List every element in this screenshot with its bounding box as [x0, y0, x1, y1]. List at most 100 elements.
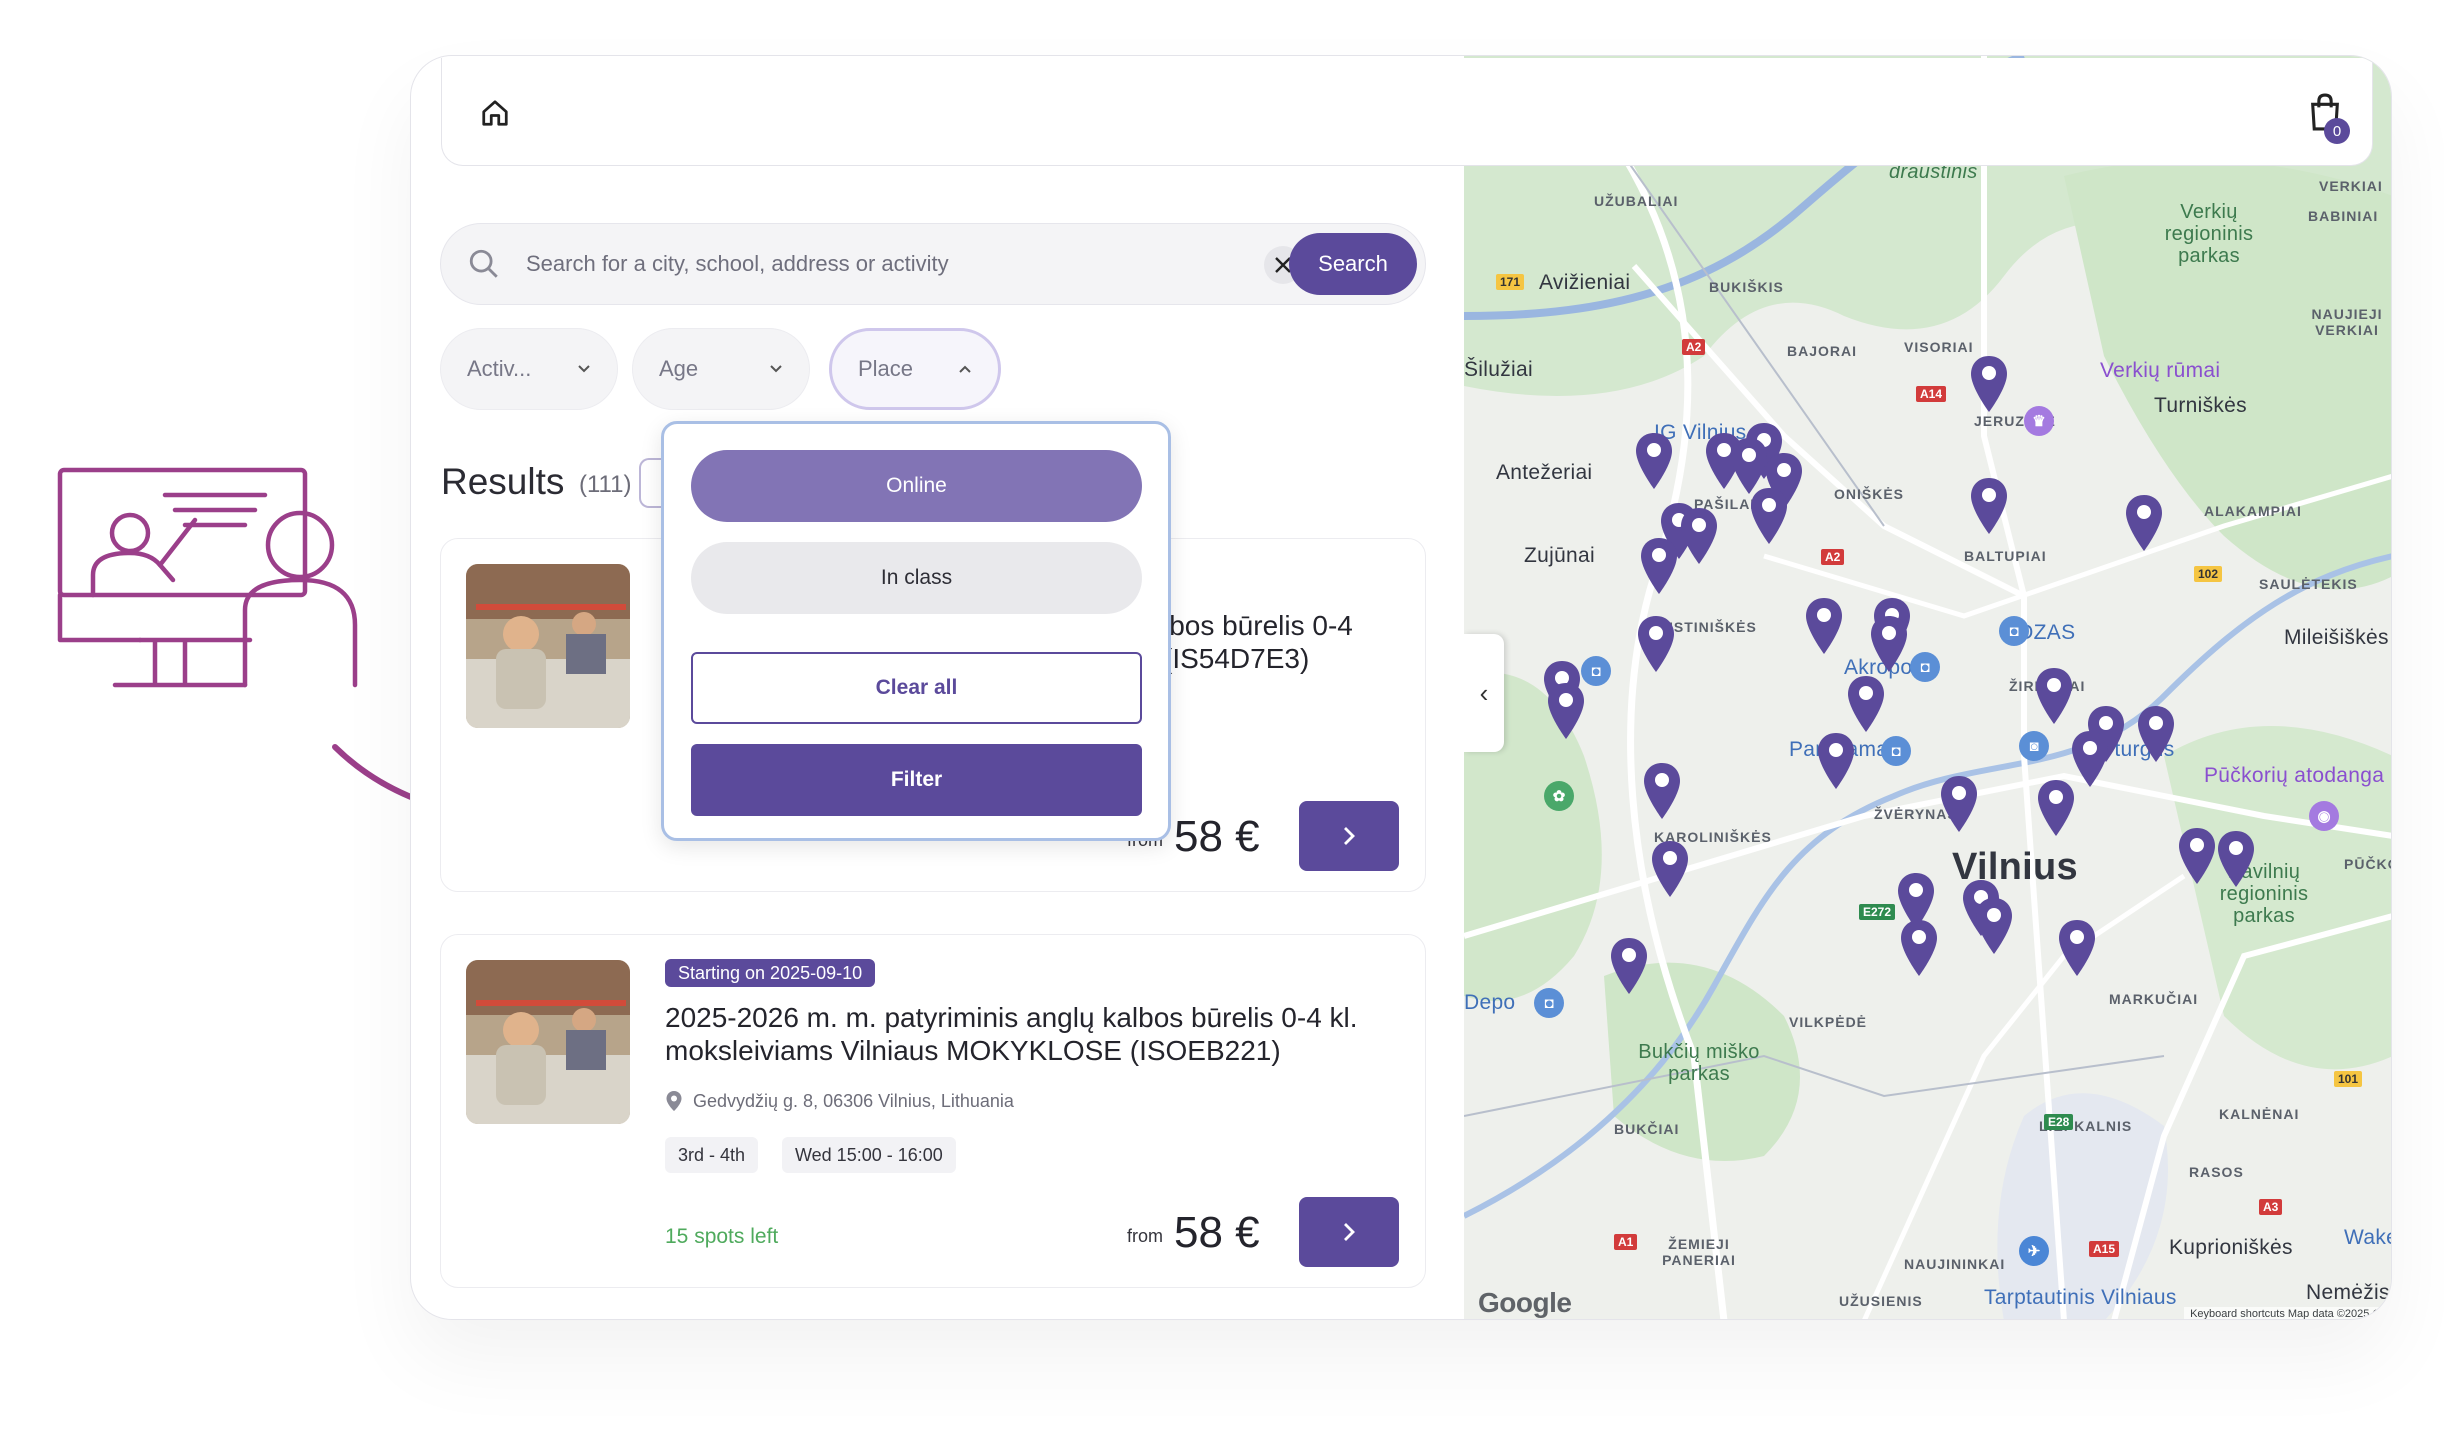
- map-pin[interactable]: [1969, 476, 2009, 538]
- map-label: Tarptautinis Vilniaus: [1984, 1286, 2177, 1309]
- google-logo: Google: [1478, 1287, 1572, 1318]
- map-label: Depo: [1464, 991, 1516, 1014]
- shopping-icon[interactable]: ◘: [1881, 736, 1911, 766]
- open-activity-button[interactable]: [1299, 801, 1399, 871]
- place-filter-dropdown[interactable]: Place: [829, 328, 1001, 410]
- map-label: Nemėžis: [2306, 1281, 2390, 1304]
- shopping-icon[interactable]: ◘: [1910, 652, 1940, 682]
- place-option-in-class[interactable]: In class: [691, 542, 1142, 614]
- map-pin[interactable]: [1546, 681, 1586, 743]
- map-pin[interactable]: [1804, 596, 1844, 658]
- home-icon[interactable]: [480, 98, 510, 128]
- map-pin[interactable]: [2124, 493, 2164, 555]
- shopping-icon[interactable]: ◘: [1999, 616, 2029, 646]
- road-shield: A15: [2089, 1241, 2120, 1257]
- landmark-icon[interactable]: ♛: [2024, 406, 2054, 436]
- place-option-online[interactable]: Online: [691, 450, 1142, 522]
- apply-filter-button[interactable]: Filter: [691, 744, 1142, 816]
- map-pin[interactable]: [1749, 486, 1789, 548]
- park-icon[interactable]: ✿: [1544, 781, 1574, 811]
- map-credits[interactable]: Keyboard shortcuts Map data ©2025 G: [2184, 1307, 2387, 1319]
- map-pin[interactable]: [1939, 774, 1979, 836]
- map-label: NAUJIEJI VERKIAI: [2311, 306, 2383, 338]
- map-pin[interactable]: [1642, 761, 1682, 823]
- clear-all-button[interactable]: Clear all: [691, 652, 1142, 724]
- map-pin[interactable]: [2057, 918, 2097, 980]
- chevron-down-icon: [578, 365, 590, 373]
- map-pin[interactable]: [1636, 614, 1676, 676]
- map-label: Šilužiai: [1464, 358, 1533, 381]
- map-pin[interactable]: [1974, 896, 2014, 958]
- map-pin[interactable]: [2036, 778, 2076, 840]
- map-pin[interactable]: [1816, 731, 1856, 793]
- map-pin[interactable]: [1650, 839, 1690, 901]
- top-header: 0: [441, 58, 2373, 166]
- map-label: KALNĖNAI: [2219, 1106, 2300, 1122]
- map-label: BAJORAI: [1787, 343, 1858, 359]
- map-label: ONIŠKĖS: [1834, 486, 1905, 502]
- search-icon: [469, 249, 498, 278]
- activity-address: Gedvydžių g. 8, 06306 Vilnius, Lithuania: [665, 1090, 1014, 1112]
- road-shield: 102: [2194, 566, 2223, 582]
- map-pin[interactable]: [1969, 354, 2009, 416]
- map-pin[interactable]: [2177, 826, 2217, 888]
- results-title: Results: [441, 461, 565, 502]
- activity-card[interactable]: Starting on 2025-09-10 2025-2026 m. m. p…: [440, 934, 1426, 1288]
- activity-thumbnail: [466, 564, 630, 728]
- road-shield: A2: [1821, 549, 1845, 565]
- search-input[interactable]: [526, 245, 1206, 283]
- map-label: Turniškės: [2154, 394, 2247, 417]
- map-label: Zujūnai: [1524, 544, 1595, 567]
- road-shield: 171: [1496, 274, 1525, 290]
- map-pin[interactable]: [2034, 666, 2074, 728]
- map-pin[interactable]: [1846, 674, 1886, 736]
- road-shield: A2: [1682, 339, 1706, 355]
- shopping-icon[interactable]: ◘: [1534, 988, 1564, 1018]
- airport-icon[interactable]: ✈: [2019, 1236, 2049, 1266]
- activity-title[interactable]: 2025-2026 m. m. patyriminis anglų kalbos…: [665, 1001, 1405, 1067]
- results-count: (111): [579, 471, 632, 498]
- road-shield: A14: [1916, 386, 1947, 402]
- map-pin[interactable]: [1679, 506, 1719, 568]
- age-filter-label: Age: [659, 356, 699, 381]
- grade-tag: 3rd - 4th: [665, 1137, 759, 1173]
- map-label: Wake: [2344, 1226, 2391, 1249]
- map-pin[interactable]: [1639, 536, 1679, 598]
- map-label: VERKIAI: [2319, 178, 2383, 194]
- map-label: SAULĖTEKIS: [2259, 576, 2358, 592]
- activity-title[interactable]: lbos būrelis 0-4 (IS54D7E3): [1163, 609, 1403, 675]
- app-window: UŽUBALIAI draustinis Verkių regioninis p…: [410, 55, 2392, 1320]
- chevron-right-icon: [1344, 1223, 1355, 1241]
- map-label: UŽUBALIAI: [1594, 193, 1679, 209]
- shopping-cart-icon[interactable]: ◙: [2019, 731, 2049, 761]
- activity-filter-dropdown[interactable]: Activ...: [440, 328, 618, 410]
- cart-count-badge: 0: [2324, 118, 2350, 144]
- chevron-down-icon: [770, 365, 782, 373]
- map-pin[interactable]: [1609, 936, 1649, 998]
- schedule-tag: Wed 15:00 - 16:00: [782, 1137, 956, 1173]
- landmark-icon[interactable]: ◉: [2309, 801, 2339, 831]
- search-bar: Search: [440, 223, 1426, 305]
- map-pin[interactable]: [2070, 729, 2110, 791]
- age-filter-dropdown[interactable]: Age: [632, 328, 810, 410]
- map-label: BUKČIAI: [1614, 1121, 1680, 1137]
- map-pin[interactable]: [1899, 918, 1939, 980]
- map-label: Avižieniai: [1539, 271, 1631, 294]
- spots-left-label: 15 spots left: [665, 1225, 779, 1248]
- road-shield: E28: [2044, 1114, 2074, 1130]
- map-pin[interactable]: [1634, 431, 1674, 493]
- open-activity-button[interactable]: [1299, 1197, 1399, 1267]
- price-from-label: from: [1127, 1226, 1163, 1246]
- price-value: 58 €: [1174, 1208, 1260, 1257]
- search-button[interactable]: Search: [1289, 233, 1417, 295]
- map-label: NAUJININKAI: [1904, 1256, 2006, 1272]
- map-pin[interactable]: [1869, 614, 1909, 676]
- map-label: Antežeriai: [1496, 461, 1593, 484]
- map-panel[interactable]: UŽUBALIAI draustinis Verkių regioninis p…: [1464, 56, 2391, 1319]
- map-pin[interactable]: [2216, 829, 2256, 891]
- map-pin[interactable]: [2136, 704, 2176, 766]
- map-label: VISORIAI: [1904, 339, 1974, 355]
- map-label: ŽEMIEJI PANERIAI: [1662, 1236, 1736, 1268]
- collapse-map-button[interactable]: ‹: [1464, 634, 1504, 752]
- road-shield: A1: [1614, 1234, 1638, 1250]
